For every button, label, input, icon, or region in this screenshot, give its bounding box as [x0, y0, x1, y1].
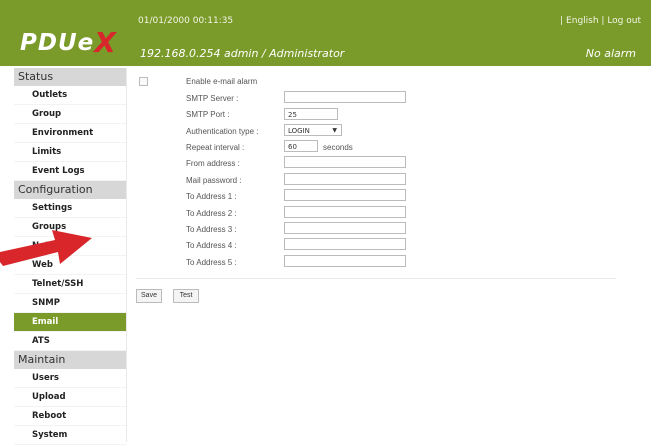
to-address-5-label: To Address 5 : — [186, 258, 237, 267]
ip-user-label: 192.168.0.254 admin / Administrator — [140, 47, 345, 60]
sidebar-item-outlets[interactable]: Outlets — [14, 86, 126, 105]
form-divider — [136, 278, 616, 279]
configuration-heading: Configuration — [14, 181, 126, 199]
logo-x: X — [94, 26, 117, 59]
from-address-label: From address : — [186, 159, 240, 168]
to-address-4-label: To Address 4 : — [186, 241, 237, 250]
dropdown-arrow-icon: ▼ — [332, 127, 337, 134]
auth-type-select[interactable]: LOGIN ▼ — [284, 124, 342, 136]
sidebar-item-reboot[interactable]: Reboot — [14, 407, 126, 426]
smtp-server-label: SMTP Server : — [186, 94, 239, 103]
sidebar-item-upload[interactable]: Upload — [14, 388, 126, 407]
pduex-logo: PDUeX — [20, 24, 117, 59]
sidebar-item-limits[interactable]: Limits — [14, 143, 126, 162]
sidebar-item-snmp[interactable]: SNMP — [14, 294, 126, 313]
maintain-heading: Maintain — [14, 351, 126, 369]
sidebar-item-telnet-ssh[interactable]: Telnet/SSH — [14, 275, 126, 294]
sidebar-item-event-logs[interactable]: Event Logs — [14, 162, 126, 181]
logo-main: PDUe — [20, 30, 95, 56]
to-address-5-input[interactable] — [284, 255, 406, 267]
sidebar-item-system[interactable]: System — [14, 426, 126, 445]
english-link[interactable]: | English — [560, 16, 598, 26]
to-address-1-input[interactable] — [284, 189, 406, 201]
logout-link[interactable]: | Log out — [601, 16, 641, 26]
to-address-2-input[interactable] — [284, 206, 406, 218]
sidebar-item-group[interactable]: Group — [14, 105, 126, 124]
to-address-3-input[interactable] — [284, 222, 406, 234]
to-address-3-label: To Address 3 : — [186, 225, 237, 234]
from-address-input[interactable] — [284, 156, 406, 168]
sidebar-item-email[interactable]: Email — [14, 313, 126, 332]
smtp-port-input[interactable]: 25 — [284, 108, 338, 120]
mail-password-label: Mail password : — [186, 176, 242, 185]
to-address-2-label: To Address 2 : — [186, 209, 237, 218]
repeat-interval-input[interactable]: 60 — [284, 140, 318, 152]
test-button[interactable]: Test — [173, 289, 199, 303]
sidebar-item-settings[interactable]: Settings — [14, 199, 126, 218]
to-address-1-label: To Address 1 : — [186, 192, 237, 201]
enable-email-label: Enable e-mail alarm — [186, 77, 258, 86]
auth-type-value: LOGIN — [288, 127, 310, 135]
datetime-label: 01/01/2000 00:11:35 — [138, 16, 234, 26]
sidebar-item-ats[interactable]: ATS — [14, 332, 126, 351]
red-arrow-icon — [0, 230, 92, 266]
sidebar-item-environment[interactable]: Environment — [14, 124, 126, 143]
smtp-server-input[interactable] — [284, 91, 406, 103]
mail-password-input[interactable] — [284, 173, 406, 185]
enable-email-checkbox[interactable] — [139, 77, 148, 86]
top-links: | English | Log out — [560, 16, 641, 26]
repeat-interval-suffix: seconds — [323, 143, 353, 152]
sidebar-item-users[interactable]: Users — [14, 369, 126, 388]
save-button[interactable]: Save — [136, 289, 162, 303]
status-heading: Status — [14, 68, 126, 86]
repeat-interval-label: Repeat interval : — [186, 143, 245, 152]
top-header: PDUeX 01/01/2000 00:11:35 | English | Lo… — [0, 0, 651, 66]
auth-type-label: Authentication type : — [186, 127, 259, 136]
email-settings-form: Enable e-mail alarm SMTP Server : SMTP P… — [130, 68, 651, 442]
smtp-port-label: SMTP Port : — [186, 110, 230, 119]
alarm-status: No alarm — [585, 47, 636, 60]
to-address-4-input[interactable] — [284, 238, 406, 250]
